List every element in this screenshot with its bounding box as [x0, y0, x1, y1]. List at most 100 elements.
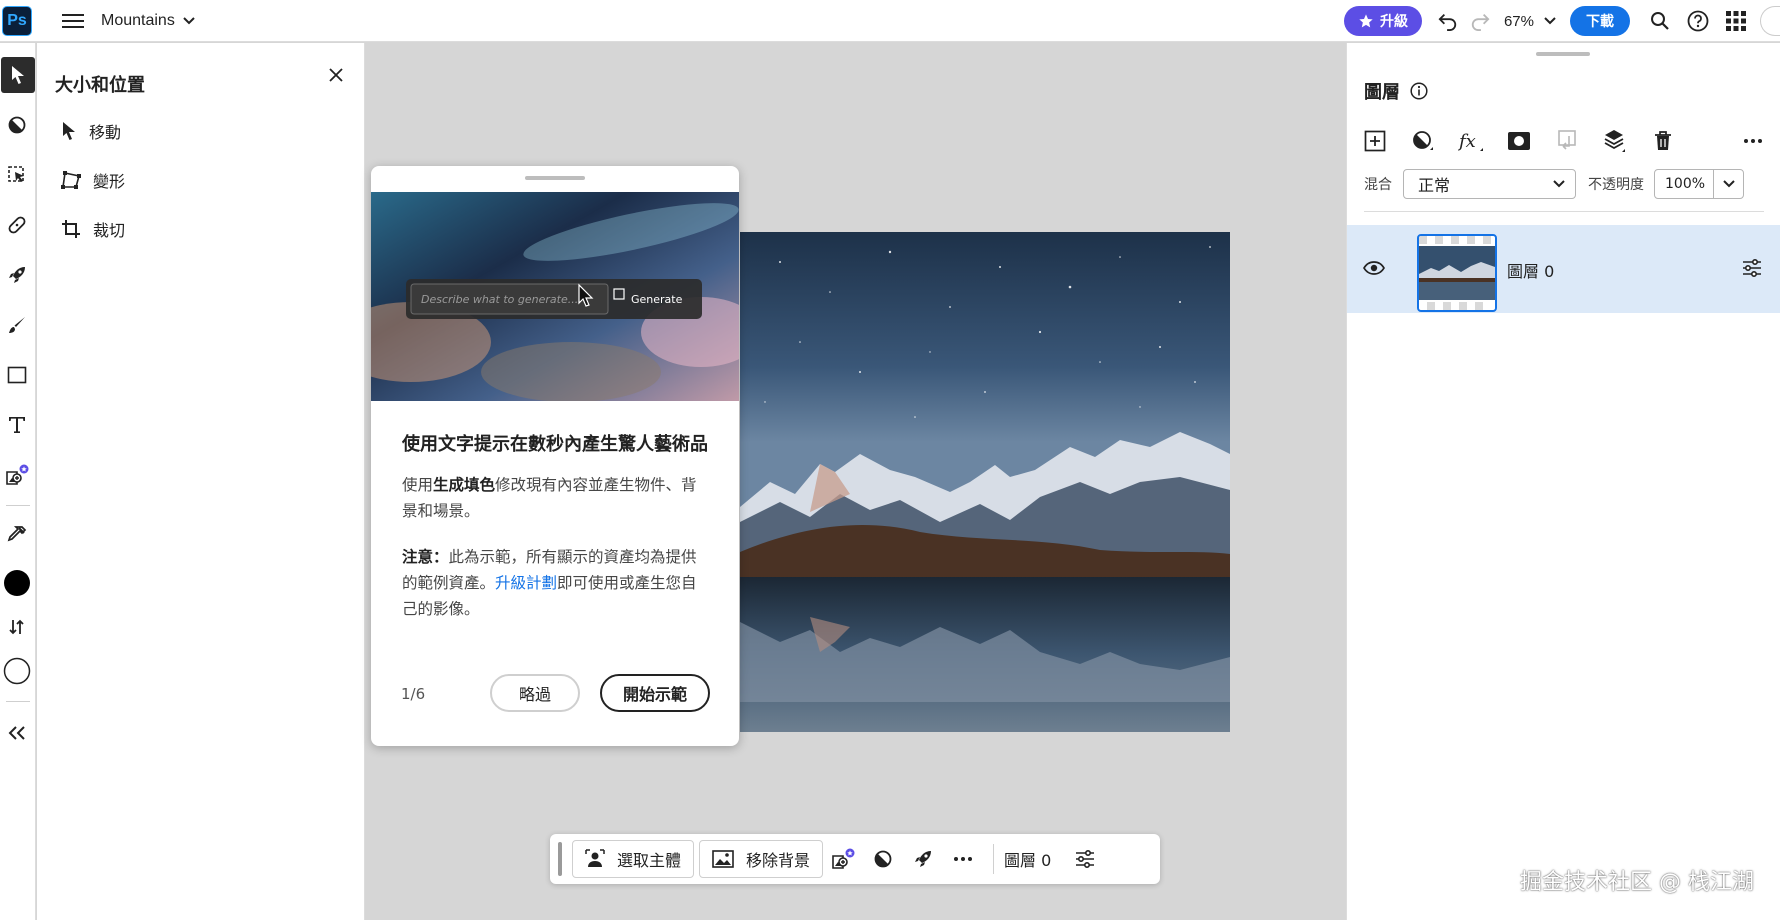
layers-more-button[interactable] [1735, 123, 1771, 159]
eye-icon [1363, 261, 1385, 275]
remove-background-button[interactable]: 移除背景 [699, 840, 824, 878]
move-arrow-icon [63, 122, 75, 140]
transform-label: 變形 [93, 172, 126, 191]
crop-label: 裁切 [93, 221, 126, 240]
apps-grid-icon [1726, 11, 1746, 31]
quick-selection-icon [8, 166, 24, 182]
quick-actions-button[interactable] [903, 840, 943, 878]
properties-panel: 大小和位置 移動 變形 裁切 [37, 43, 365, 920]
tool-shape[interactable] [0, 357, 34, 393]
panel-drag-handle[interactable] [1536, 52, 1590, 56]
current-layer-label: 圖層 0 [1004, 851, 1052, 870]
help-button[interactable] [1682, 5, 1714, 37]
layers-panel-header: 圖層 [1364, 78, 1428, 104]
adjustments-button[interactable] [863, 840, 903, 878]
crop-option[interactable]: 裁切 [61, 214, 125, 244]
select-subject-label: 選取主體 [617, 851, 682, 870]
bandage-icon [8, 216, 26, 234]
download-button[interactable]: 下載 [1570, 6, 1630, 36]
tool-quick-actions[interactable] [0, 257, 34, 293]
layer-visibility-toggle[interactable] [1359, 253, 1389, 283]
more-horizontal-icon [1744, 139, 1762, 143]
blend-mode-dropdown[interactable]: 正常 [1403, 169, 1576, 199]
collapse-panel-button[interactable] [0, 715, 34, 751]
more-options-button[interactable] [943, 840, 983, 878]
avatar[interactable] [1760, 6, 1780, 36]
tool-text[interactable] [0, 407, 34, 443]
layer-effects-button[interactable]: fx [1453, 123, 1489, 159]
layer-properties-button[interactable] [1737, 253, 1767, 283]
generative-image-icon [6, 464, 29, 485]
add-layer-button[interactable] [1357, 123, 1393, 159]
undo-icon [1438, 13, 1457, 31]
document-image[interactable] [740, 232, 1230, 732]
tool-adjust[interactable] [0, 107, 34, 143]
more-horizontal-icon [954, 857, 973, 861]
layer-row[interactable]: 圖層 0 [1347, 225, 1780, 313]
menu-bar [62, 25, 84, 28]
layers-stack-icon [1604, 130, 1625, 152]
taskbar-grip[interactable] [558, 842, 562, 876]
empty-circle-icon [3, 657, 31, 685]
crop-icon [62, 220, 80, 238]
zoom-dropdown[interactable]: 67% [1504, 13, 1556, 30]
trash-icon [1655, 131, 1671, 150]
drag-handle[interactable] [525, 176, 585, 180]
swap-colors-button[interactable] [0, 609, 34, 645]
tool-select-move[interactable] [1, 57, 35, 93]
layer-arrange-button[interactable] [1597, 123, 1633, 159]
rocket-icon [9, 267, 25, 283]
top-bar: Ps Mountains 升級 67% 下載 [0, 0, 1780, 42]
step-counter: 1/6 [401, 685, 426, 703]
start-demo-button[interactable]: 開始示範 [600, 674, 710, 712]
opacity-field[interactable]: 100% [1654, 169, 1744, 199]
generative-fill-button[interactable] [823, 840, 863, 878]
dialog-description: 使用生成填色修改現有內容並產生物件、背景和場景。 [402, 472, 712, 524]
mask-icon [1508, 132, 1530, 150]
fx-icon: fx [1458, 131, 1483, 152]
undo-button[interactable] [1432, 5, 1464, 37]
layer-thumbnail[interactable] [1417, 234, 1497, 312]
layer-thumbnail-image [1419, 236, 1495, 310]
feature-name: 生成填色 [433, 476, 496, 494]
text-tool-icon [9, 417, 25, 433]
filled-circle-icon [4, 570, 30, 596]
dialog-heading: 使用文字提示在數秒內產生驚人藝術品 [402, 434, 708, 455]
upgrade-plan-link[interactable]: 升級計劃 [495, 574, 557, 592]
tool-eyedropper[interactable] [0, 517, 34, 553]
tool-brush[interactable] [0, 307, 34, 343]
adjustment-layer-button[interactable] [1405, 123, 1441, 159]
opacity-dropdown-button[interactable] [1713, 170, 1743, 198]
opacity-value[interactable]: 100% [1655, 176, 1713, 192]
apps-button[interactable] [1720, 5, 1752, 37]
transform-option[interactable]: 變形 [61, 165, 125, 195]
mountain-night-image [740, 232, 1230, 732]
skip-button[interactable]: 略過 [490, 674, 580, 712]
search-button[interactable] [1644, 5, 1676, 37]
tool-generative-fill[interactable] [0, 457, 34, 493]
info-icon[interactable] [1410, 82, 1428, 100]
clipping-mask-button[interactable] [1549, 123, 1585, 159]
move-option[interactable]: 移動 [61, 116, 121, 146]
upgrade-button[interactable]: 升級 [1343, 6, 1422, 36]
tool-quick-select[interactable] [0, 157, 34, 193]
layer-name[interactable]: 圖層 0 [1507, 258, 1554, 282]
main-menu-button[interactable] [62, 13, 84, 28]
star-icon [1359, 14, 1373, 28]
layer-properties-button[interactable] [1065, 840, 1105, 878]
layers-title: 圖層 [1364, 82, 1400, 103]
opacity-label: 不透明度 [1588, 177, 1644, 193]
close-panel-button[interactable] [322, 61, 350, 89]
tool-healing[interactable] [0, 207, 34, 243]
select-subject-button[interactable]: 選取主體 [572, 840, 695, 878]
document-title-dropdown[interactable]: Mountains [101, 12, 195, 30]
add-mask-button[interactable] [1501, 123, 1537, 159]
photoshop-logo[interactable]: Ps [2, 5, 32, 36]
delete-layer-button[interactable] [1645, 123, 1681, 159]
redo-button[interactable] [1464, 5, 1496, 37]
foreground-color-swatch[interactable] [0, 565, 34, 601]
swap-arrows-icon [9, 619, 24, 635]
layer-actions-toolbar: fx [1357, 123, 1771, 159]
toolbar-divider [6, 505, 30, 506]
background-color-swatch[interactable] [0, 653, 34, 689]
